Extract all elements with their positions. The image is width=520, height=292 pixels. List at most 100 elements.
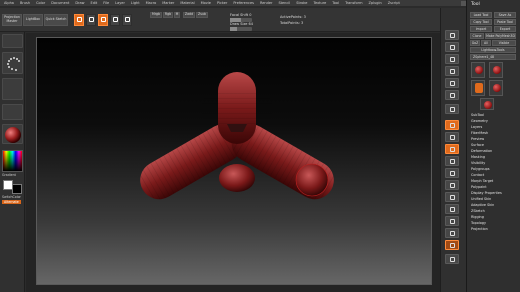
menu-item[interactable]: Stroke: [296, 1, 307, 5]
lightbox-button[interactable]: LightBox: [23, 14, 43, 26]
lightbox-tools-button[interactable]: Lightbox▸Tools: [470, 47, 516, 53]
menu-unified-skin[interactable]: Unified Skin: [471, 197, 491, 201]
menu-item[interactable]: Preferences: [233, 1, 254, 5]
texture-slot[interactable]: [2, 104, 23, 120]
material-slot[interactable]: [2, 124, 23, 144]
menu-item[interactable]: Brush: [20, 1, 30, 5]
alpha-slot[interactable]: [2, 78, 23, 100]
menu-item[interactable]: Light: [131, 1, 140, 5]
menu-item[interactable]: Zscript: [388, 1, 400, 5]
draw-size-slider[interactable]: [230, 27, 252, 31]
xpose-button[interactable]: [445, 254, 459, 264]
load-tool-button[interactable]: Load Tool: [470, 12, 492, 18]
menu-item[interactable]: Zplugin: [368, 1, 381, 5]
gradient-label[interactable]: Gradient: [2, 173, 16, 177]
actual-button[interactable]: [445, 78, 459, 88]
menu-fibermesh[interactable]: FiberMesh: [471, 131, 488, 135]
menu-morph-target[interactable]: Morph Target: [471, 179, 493, 183]
menu-item[interactable]: Marker: [162, 1, 174, 5]
clone-button[interactable]: Clone: [470, 33, 484, 39]
xyz-button[interactable]: [445, 144, 459, 154]
m-button[interactable]: M: [174, 12, 180, 18]
scale-view-button[interactable]: [445, 180, 459, 190]
tool-thumb-simple-brush[interactable]: [471, 80, 485, 96]
paste-tool-button[interactable]: Paste Tool: [494, 19, 516, 25]
menu-deformation[interactable]: Deformation: [471, 149, 492, 153]
visible-button[interactable]: Visible: [492, 40, 516, 46]
draw-button[interactable]: [86, 14, 96, 26]
menu-item[interactable]: Material: [180, 1, 194, 5]
zadd-button[interactable]: Zadd: [183, 12, 195, 18]
alternate-button[interactable]: Alternate: [2, 200, 21, 204]
make-polymesh-button[interactable]: Make PolyMesh3D: [485, 33, 516, 39]
menu-item[interactable]: Movie: [201, 1, 211, 5]
projection-master-button[interactable]: Projection Master: [2, 14, 22, 26]
linefill-button[interactable]: [445, 204, 459, 214]
save-as-button[interactable]: Save As: [494, 12, 516, 18]
menu-contact[interactable]: Contact: [471, 173, 484, 177]
menu-topology[interactable]: Topology: [471, 221, 486, 225]
tool-thumb-polymesh[interactable]: [489, 80, 503, 96]
menu-geometry[interactable]: Geometry: [471, 119, 488, 123]
menu-polygroups[interactable]: Polygroups: [471, 167, 490, 171]
menu-item[interactable]: Color: [36, 1, 45, 5]
bpr-button[interactable]: [445, 30, 459, 40]
menu-layers[interactable]: Layers: [471, 125, 482, 129]
menu-zsketch[interactable]: ZSketch: [471, 209, 485, 213]
menu-item[interactable]: Layer: [115, 1, 125, 5]
menu-item[interactable]: Draw: [75, 1, 84, 5]
menu-adaptive-skin[interactable]: Adaptive Skin: [471, 203, 494, 207]
menu-subtool[interactable]: SubTool: [471, 113, 484, 117]
zoom-button[interactable]: [445, 66, 459, 76]
menu-item[interactable]: Document: [51, 1, 69, 5]
tool-thumb-zsphere[interactable]: [471, 62, 485, 78]
spix-button[interactable]: [445, 42, 459, 52]
zsub-button[interactable]: Zsub: [196, 12, 208, 18]
import-button[interactable]: Import: [470, 26, 492, 32]
move-button[interactable]: [98, 14, 108, 26]
menu-item[interactable]: File: [103, 1, 109, 5]
aahalf-button[interactable]: [445, 90, 459, 100]
transp-button[interactable]: [445, 216, 459, 226]
menu-preview[interactable]: Preview: [471, 137, 484, 141]
menu-masking[interactable]: Masking: [471, 155, 485, 159]
menu-item[interactable]: Texture: [313, 1, 326, 5]
document-canvas[interactable]: [36, 37, 432, 285]
all-button[interactable]: All: [481, 40, 491, 46]
menu-display-properties[interactable]: Display Properties: [471, 191, 502, 195]
color-picker[interactable]: [2, 150, 23, 172]
menu-rigging[interactable]: Rigging: [471, 215, 484, 219]
persp-button[interactable]: [445, 104, 459, 114]
rotate-view-button[interactable]: [445, 192, 459, 202]
tool-thumb-sphere[interactable]: [489, 62, 503, 78]
export-button[interactable]: Export: [494, 26, 516, 32]
floor-button[interactable]: [445, 120, 459, 130]
menu-item[interactable]: Render: [260, 1, 272, 5]
quick-sketch-button[interactable]: Quick Sketch: [44, 14, 68, 26]
menu-item[interactable]: Picker: [217, 1, 227, 5]
local-button[interactable]: [445, 132, 459, 142]
edit-button[interactable]: [74, 14, 84, 26]
menu-item[interactable]: Stencil: [278, 1, 290, 5]
copy-tool-button[interactable]: Copy Tool: [470, 19, 492, 25]
stroke-slot[interactable]: [2, 52, 23, 74]
switch-color-label[interactable]: SwitchColor: [2, 195, 21, 199]
menu-projection[interactable]: Projection: [471, 227, 488, 231]
solo-button[interactable]: [445, 240, 459, 250]
brush-slot[interactable]: [2, 34, 23, 48]
menu-visibility[interactable]: Visibility: [471, 161, 485, 165]
rgb-button[interactable]: Rgb: [163, 12, 173, 18]
scroll-button[interactable]: [445, 54, 459, 64]
menu-item[interactable]: Macro: [146, 1, 157, 5]
menu-polypaint[interactable]: Polypaint: [471, 185, 487, 189]
move-view-button[interactable]: [445, 168, 459, 178]
frame-button[interactable]: [445, 156, 459, 166]
menu-item[interactable]: Edit: [91, 1, 98, 5]
menu-surface[interactable]: Surface: [471, 143, 484, 147]
current-tool-name[interactable]: ZSphere1_48: [470, 54, 516, 60]
ghost-button[interactable]: [445, 228, 459, 238]
rotate-button[interactable]: [122, 14, 132, 26]
tool-thumb-zsphere-small[interactable]: [480, 98, 494, 110]
menu-item[interactable]: Tool: [332, 1, 339, 5]
menu-item[interactable]: Alpha: [4, 1, 14, 5]
